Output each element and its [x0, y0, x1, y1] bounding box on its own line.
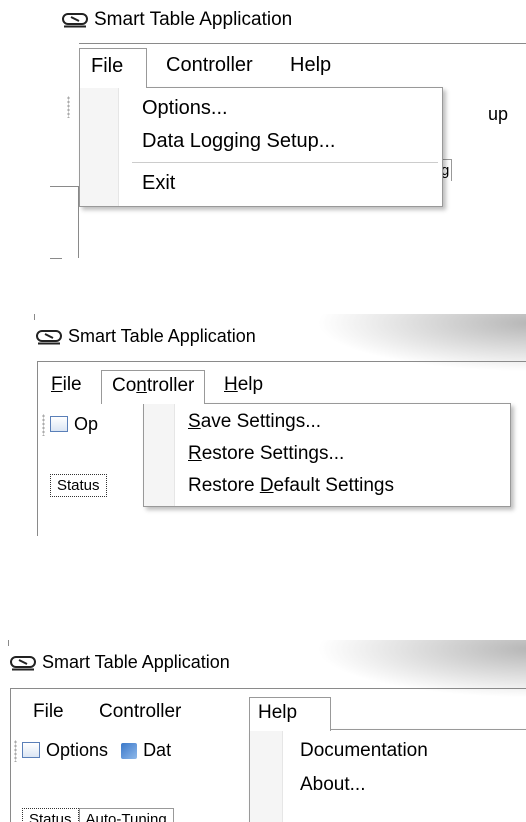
screenshot-file-menu: Smart Table Application File Controller …: [50, 0, 526, 265]
help-menu-popup: Documentation About...: [249, 729, 526, 822]
menu-controller-label: Controller: [166, 54, 253, 76]
window-title-text: Smart Table Application: [68, 326, 256, 346]
save-mnemonic: S: [188, 411, 201, 432]
toolbar-options-label: Op: [74, 414, 99, 434]
menu-item-data-logging-setup[interactable]: Data Logging Setup...: [80, 125, 442, 158]
restore-mnemonic: R: [188, 443, 202, 464]
menu-controller[interactable]: Controller: [101, 370, 206, 404]
app-chain-icon: [10, 656, 36, 671]
toolbar: Options Dat: [22, 740, 171, 761]
toolbar-data-label: Dat: [143, 740, 172, 760]
window-title: Smart Table Application: [62, 9, 292, 31]
app-chain-icon: [62, 13, 88, 28]
default-mnemonic: D: [259, 475, 274, 496]
menu-bar: File Controller Help: [38, 362, 526, 404]
screenshot-help-menu: Smart Table Application File Controller …: [8, 640, 526, 822]
file-menu-popup: Options... Data Logging Setup... Exit: [79, 87, 443, 207]
menu-help[interactable]: Help: [279, 48, 342, 88]
app-chain-icon: [36, 330, 62, 345]
menu-help-label: Help: [290, 54, 332, 76]
menu-bar: File Controller Help: [79, 48, 526, 88]
window-title-text: Smart Table Application: [42, 652, 230, 672]
tab-strip: Status: [50, 474, 107, 497]
menu-help-rest: elp: [237, 374, 264, 395]
toolbar-grip[interactable]: [42, 414, 45, 436]
menu-item-save-settings[interactable]: Save Settings...: [144, 406, 510, 438]
default-pre: Restore: [188, 475, 260, 496]
menu-controller-label: Controller: [99, 701, 182, 722]
menu-controller-mnemonic: n: [136, 375, 147, 396]
menu-item-exit[interactable]: Exit: [80, 167, 442, 200]
data-logging-icon: [121, 743, 138, 759]
menu-controller-pre: Co: [112, 375, 137, 396]
toolbar-grip[interactable]: [67, 96, 70, 118]
window-title-text: Smart Table Application: [94, 9, 293, 30]
tab-strip: Status Auto-Tuning: [22, 808, 174, 822]
toolbar-data-button[interactable]: Dat: [121, 740, 171, 760]
menu-item-documentation[interactable]: Documentation: [250, 734, 526, 768]
menu-controller-post: troller: [146, 375, 195, 396]
menu-file-label: File: [33, 701, 64, 722]
menu-controller[interactable]: Controller: [93, 697, 187, 731]
tab-status[interactable]: Status: [22, 808, 79, 822]
tab-status[interactable]: Status: [50, 474, 107, 497]
menu-file-rest: ile: [62, 374, 82, 395]
options-icon: [22, 742, 40, 758]
save-post: ave Settings...: [200, 411, 322, 432]
menu-help-label: Help: [258, 702, 298, 723]
window-title: Smart Table Application: [36, 326, 256, 347]
options-icon: [50, 416, 68, 432]
menu-item-restore-default-settings[interactable]: Restore Default Settings: [144, 470, 510, 502]
menu-separator: [132, 162, 438, 163]
menu-help[interactable]: Help: [218, 370, 269, 404]
screenshot-controller-menu: Smart Table Application File Controller …: [34, 314, 526, 536]
menu-file-mnemonic: F: [51, 374, 63, 395]
menu-file[interactable]: File: [27, 697, 70, 731]
menu-file[interactable]: File: [43, 370, 90, 404]
toolbar-options-label: Options: [46, 740, 109, 760]
menu-help[interactable]: Help: [249, 697, 331, 731]
window-title: Smart Table Application: [10, 652, 230, 673]
menu-file-label: File: [91, 55, 124, 77]
menu-item-restore-settings[interactable]: Restore Settings...: [144, 438, 510, 470]
menu-file[interactable]: File: [79, 48, 147, 88]
default-post: efault Settings: [273, 475, 394, 496]
menu-controller[interactable]: Controller: [155, 48, 264, 88]
toolbar-options-partial[interactable]: Op: [50, 414, 98, 435]
menu-item-about[interactable]: About...: [250, 768, 526, 802]
restore-post: estore Settings...: [201, 443, 345, 464]
menu-bar: File Controller Help: [11, 689, 526, 731]
toolbar-partial-text: up: [488, 104, 509, 124]
controller-menu-popup: Save Settings... Restore Settings... Res…: [143, 403, 511, 507]
tab-auto-tuning[interactable]: Auto-Tuning: [78, 808, 174, 822]
toolbar-options-button[interactable]: Options: [22, 740, 108, 760]
menu-item-options[interactable]: Options...: [80, 92, 442, 125]
toolbar-grip[interactable]: [14, 740, 17, 762]
menu-help-mnemonic: H: [224, 374, 238, 395]
